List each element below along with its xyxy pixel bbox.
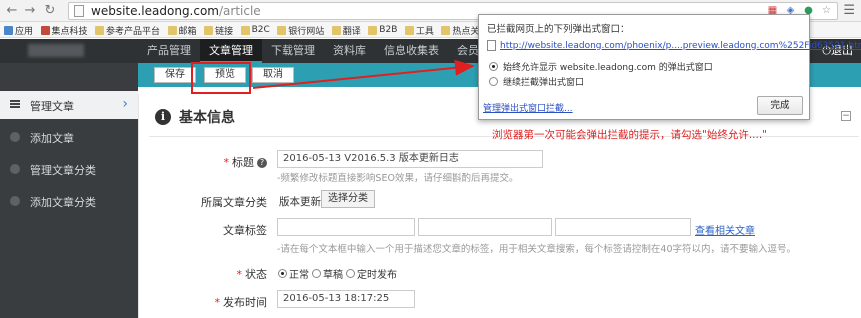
back-icon[interactable]: ←	[4, 3, 20, 19]
folder-icon	[277, 25, 287, 35]
status-radio-group: 正常 草稿 定时发布	[275, 266, 397, 281]
title-label: * 标题?	[139, 154, 267, 170]
annotation-note: 浏览器第一次可能会弹出拦截的提示，请勾选"始终允许...."	[492, 129, 768, 141]
section-title: 基本信息	[179, 110, 235, 126]
reload-icon[interactable]: ↻	[42, 3, 58, 19]
blocked-popup-link-row: http://website.leadong.com/phoenix/p....…	[487, 40, 861, 51]
bookmark-item[interactable]: B2C	[240, 22, 270, 37]
block-popups-option[interactable]: 继续拦截弹出式窗口	[489, 75, 584, 88]
bookmark-icon	[40, 25, 50, 35]
folder-icon	[404, 25, 414, 35]
page-icon	[74, 5, 84, 17]
related-articles-link[interactable]: 查看相关文章	[695, 222, 755, 237]
folder-icon	[95, 25, 105, 35]
title-hint: -频繁修改标题直接影响SEO效果，请仔细斟酌后再提交。	[277, 173, 519, 184]
category-label: 所属文章分类	[201, 196, 267, 209]
status-normal-radio[interactable]	[278, 269, 287, 278]
tag-input-2[interactable]	[418, 218, 552, 236]
logo	[28, 44, 84, 57]
section-header: i 基本信息	[155, 107, 235, 127]
done-button[interactable]: 完成	[757, 96, 803, 115]
bullet-icon	[10, 196, 20, 206]
bookmark-item[interactable]: 翻译	[331, 22, 361, 37]
tags-hint: -请在每个文本框中输入一个用于描述您文章的标签，用于相关文章搜索，每个标签请控制…	[277, 244, 797, 255]
bookmark-apps[interactable]: 应用	[4, 22, 33, 37]
star-icon[interactable]: ☆	[820, 4, 833, 17]
cancel-button[interactable]: 取消	[252, 67, 294, 83]
nav-download[interactable]: 下载管理	[262, 39, 324, 63]
tag-input-1[interactable]	[277, 218, 415, 236]
nav-library[interactable]: 资料库	[324, 39, 375, 63]
block-popups-radio[interactable]	[489, 77, 498, 86]
chevron-right-icon: ›	[122, 96, 128, 112]
allow-popups-option[interactable]: 始终允许显示 website.leadong.com 的弹出式窗口	[489, 60, 713, 73]
status-draft-radio[interactable]	[312, 269, 321, 278]
publish-time-input[interactable]: 2016-05-13 18:17:25	[277, 290, 415, 308]
bookmark-item[interactable]: 工具	[404, 22, 434, 37]
popup-title: 已拦截网页上的下列弹出式窗口：	[487, 24, 630, 35]
sidebar-item-add-article[interactable]: 添加文章	[0, 123, 138, 151]
publish-time-label: * 发布时间	[214, 296, 268, 309]
bookmark-item[interactable]: 银行网站	[277, 22, 324, 37]
sidebar-item-add-category[interactable]: 添加文章分类	[0, 187, 138, 215]
bookmark-item[interactable]: 邮箱	[167, 22, 197, 37]
nav-article[interactable]: 文章管理	[200, 39, 262, 63]
allow-popups-radio[interactable]	[489, 62, 498, 71]
folder-icon	[167, 25, 177, 35]
title-input[interactable]: 2016-05-13 V2016.5.3 版本更新日志	[277, 150, 543, 168]
apps-icon	[4, 25, 13, 35]
menu-icon[interactable]: ☰	[843, 3, 855, 18]
list-icon	[10, 100, 20, 108]
sidebar-item-manage-article[interactable]: 管理文章 ›	[0, 91, 138, 119]
page-icon	[487, 40, 496, 51]
folder-icon	[331, 25, 341, 35]
sidebar: 管理文章 › 添加文章 管理文章分类 添加文章分类	[0, 63, 138, 318]
tag-input-3[interactable]	[555, 218, 691, 236]
status-label: * 状态	[236, 268, 268, 281]
select-category-button[interactable]: 选择分类	[321, 190, 375, 208]
nav-product[interactable]: 产品管理	[138, 39, 200, 63]
bookmark-item[interactable]: 链接	[204, 22, 233, 37]
preview-highlight	[191, 62, 251, 94]
manage-popup-blocking-link[interactable]: 管理弹出式窗口拦截...	[483, 101, 573, 114]
required-mark: *	[223, 156, 230, 169]
forward-icon[interactable]: →	[22, 3, 38, 19]
collapse-icon[interactable]: −	[841, 111, 851, 121]
info-icon: i	[155, 109, 171, 125]
help-icon[interactable]: ?	[257, 158, 267, 168]
tags-label: 文章标签	[223, 224, 267, 237]
folder-icon	[240, 25, 250, 35]
bullet-icon	[10, 132, 20, 142]
folder-icon	[441, 25, 451, 35]
bookmark-item[interactable]: 集点科技	[40, 22, 88, 37]
url-text[interactable]: website.leadong.com/article	[91, 4, 261, 18]
popup-blocked-bubble: 已拦截网页上的下列弹出式窗口： http://website.leadong.c…	[478, 14, 861, 120]
folder-icon	[204, 25, 214, 35]
required-mark: *	[214, 296, 221, 309]
folder-icon	[368, 25, 378, 35]
bookmark-item[interactable]: B2B	[368, 22, 397, 37]
top-nav: 产品管理 文章管理 下载管理 资料库 信息收集表 会员管理	[138, 39, 510, 63]
nav-forms[interactable]: 信息收集表	[375, 39, 448, 63]
required-mark: *	[236, 268, 243, 281]
category-value: 版本更新	[279, 196, 321, 208]
status-scheduled-radio[interactable]	[346, 269, 355, 278]
blocked-popup-link[interactable]: http://website.leadong.com/phoenix/p....…	[500, 41, 861, 51]
bullet-icon	[10, 164, 20, 174]
url-path: /article	[219, 4, 261, 18]
sidebar-item-manage-category[interactable]: 管理文章分类	[0, 155, 138, 183]
bookmark-item[interactable]: 参考产品平台	[95, 22, 160, 37]
url-host: website.leadong.com	[91, 4, 219, 18]
save-button[interactable]: 保存	[154, 67, 196, 83]
